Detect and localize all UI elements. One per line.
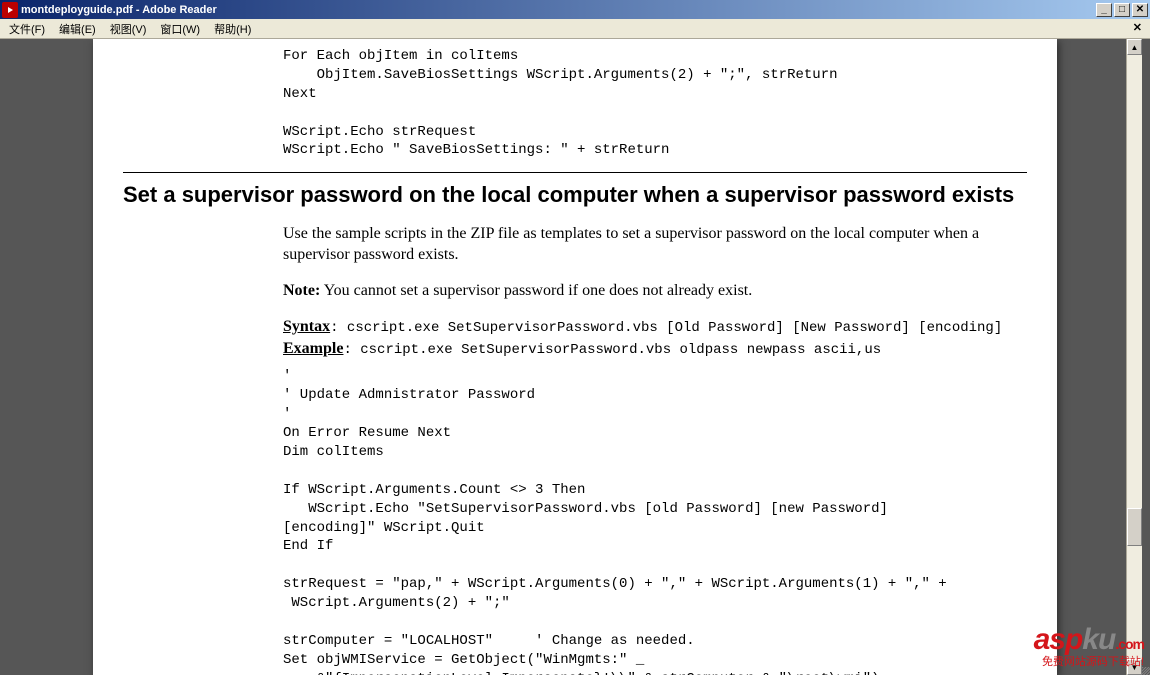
watermark-tagline: 免费网站源码下载站! [1034,653,1144,669]
titlebar: montdeployguide.pdf - Adobe Reader _ □ ✕ [0,0,1150,19]
paragraph-note: Note: You cannot set a supervisor passwo… [283,280,1027,302]
scroll-track[interactable] [1127,55,1142,659]
close-doc-button[interactable]: ✕ [1129,21,1146,34]
maximize-button[interactable]: □ [1114,3,1130,17]
watermark: aspku.com 免费网站源码下载站! [1034,626,1144,669]
logo-domain: .com [1115,636,1144,652]
menu-edit[interactable]: 编辑(E) [52,19,103,39]
note-text: You cannot set a supervisor password if … [320,282,752,299]
syntax-label: Syntax [283,318,330,335]
close-button[interactable]: ✕ [1132,3,1148,17]
example-label: Example [283,340,343,357]
menu-window[interactable]: 窗口(W) [153,19,207,39]
pdf-page: For Each objItem in colItems ObjItem.Sav… [93,39,1057,675]
menu-help[interactable]: 帮助(H) [207,19,258,39]
content-area: For Each objItem in colItems ObjItem.Sav… [0,39,1150,675]
section-heading: Set a supervisor password on the local c… [123,172,1027,209]
paragraph-syntax: Syntax: cscript.exe SetSupervisorPasswor… [283,316,1027,360]
paragraph-intro: Use the sample scripts in the ZIP file a… [283,223,1027,266]
syntax-text: : cscript.exe SetSupervisorPassword.vbs … [330,320,1002,336]
example-text: : cscript.exe SetSupervisorPassword.vbs … [343,342,881,358]
window-title: montdeployguide.pdf - Adobe Reader [21,4,1096,16]
vertical-scrollbar: ▲ ▼ [1126,39,1142,675]
minimize-button[interactable]: _ [1096,3,1112,17]
scroll-up-button[interactable]: ▲ [1127,39,1142,55]
app-icon [2,2,18,18]
menu-file[interactable]: 文件(F) [2,19,52,39]
window-buttons: _ □ ✕ [1096,3,1148,17]
watermark-logo: aspku.com [1034,626,1144,653]
note-label: Note: [283,282,320,299]
logo-part2: ku [1082,623,1115,656]
scroll-thumb[interactable] [1127,508,1142,546]
code-block-1: For Each objItem in colItems ObjItem.Sav… [283,47,1027,160]
code-block-2: ' ' Update Admnistrator Password ' On Er… [283,367,1027,675]
menubar: 文件(F) 编辑(E) 视图(V) 窗口(W) 帮助(H) ✕ [0,19,1150,39]
logo-part1: asp [1034,623,1083,656]
menu-view[interactable]: 视图(V) [103,19,154,39]
